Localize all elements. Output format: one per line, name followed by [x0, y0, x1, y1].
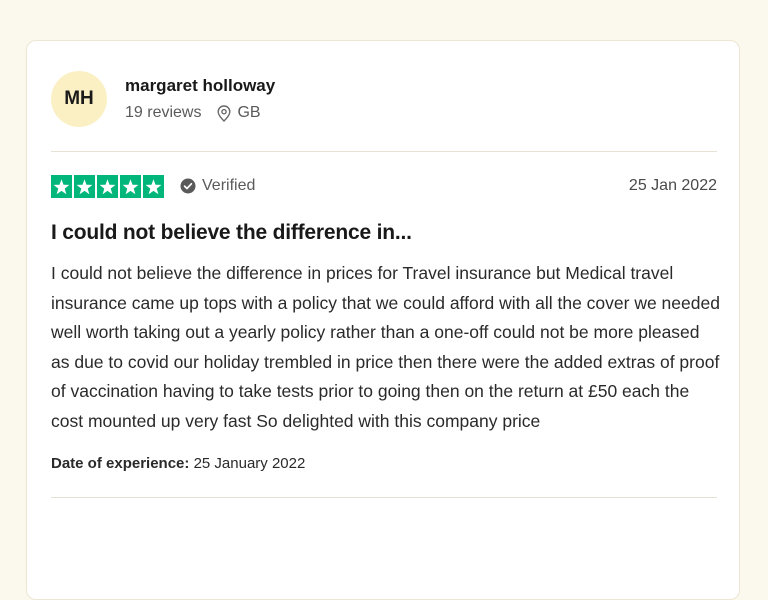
- star-icon: [97, 174, 118, 198]
- avatar[interactable]: MH: [51, 71, 107, 127]
- verified-badge[interactable]: Verified: [180, 177, 255, 195]
- star-icon: [120, 174, 141, 198]
- review-count: 19 reviews: [125, 104, 202, 121]
- star-rating: [51, 174, 164, 198]
- date-of-experience: Date of experience: 25 January 2022: [51, 455, 305, 472]
- star-icon: [51, 174, 72, 198]
- header-divider: [51, 151, 717, 152]
- verified-label: Verified: [202, 177, 256, 194]
- experience-date: 25 January 2022: [193, 455, 306, 472]
- review-date: 25 Jan 2022: [628, 177, 717, 194]
- review-title[interactable]: I could not believe the difference in...: [51, 221, 412, 245]
- review-body: I could not believe the difference in pr…: [51, 263, 720, 431]
- review-card: MH margaret holloway 19 reviews GB Verif…: [26, 40, 740, 600]
- reviewer-meta: 19 reviews GB: [125, 104, 275, 122]
- reviewer-info: margaret holloway 19 reviews GB: [125, 76, 275, 122]
- star-icon: [143, 174, 164, 198]
- reviewer-header: MH margaret holloway 19 reviews GB: [51, 71, 275, 127]
- location-pin-icon: [217, 104, 231, 122]
- star-icon: [74, 174, 95, 198]
- reviewer-country: GB: [237, 104, 261, 121]
- experience-label: Date of experience:: [51, 455, 190, 472]
- footer-divider: [51, 497, 717, 498]
- reviewer-location: GB: [217, 104, 261, 122]
- reviewer-name[interactable]: margaret holloway: [125, 76, 275, 96]
- rating-row: Verified 25 Jan 2022: [51, 173, 717, 199]
- verified-check-icon: [180, 178, 196, 194]
